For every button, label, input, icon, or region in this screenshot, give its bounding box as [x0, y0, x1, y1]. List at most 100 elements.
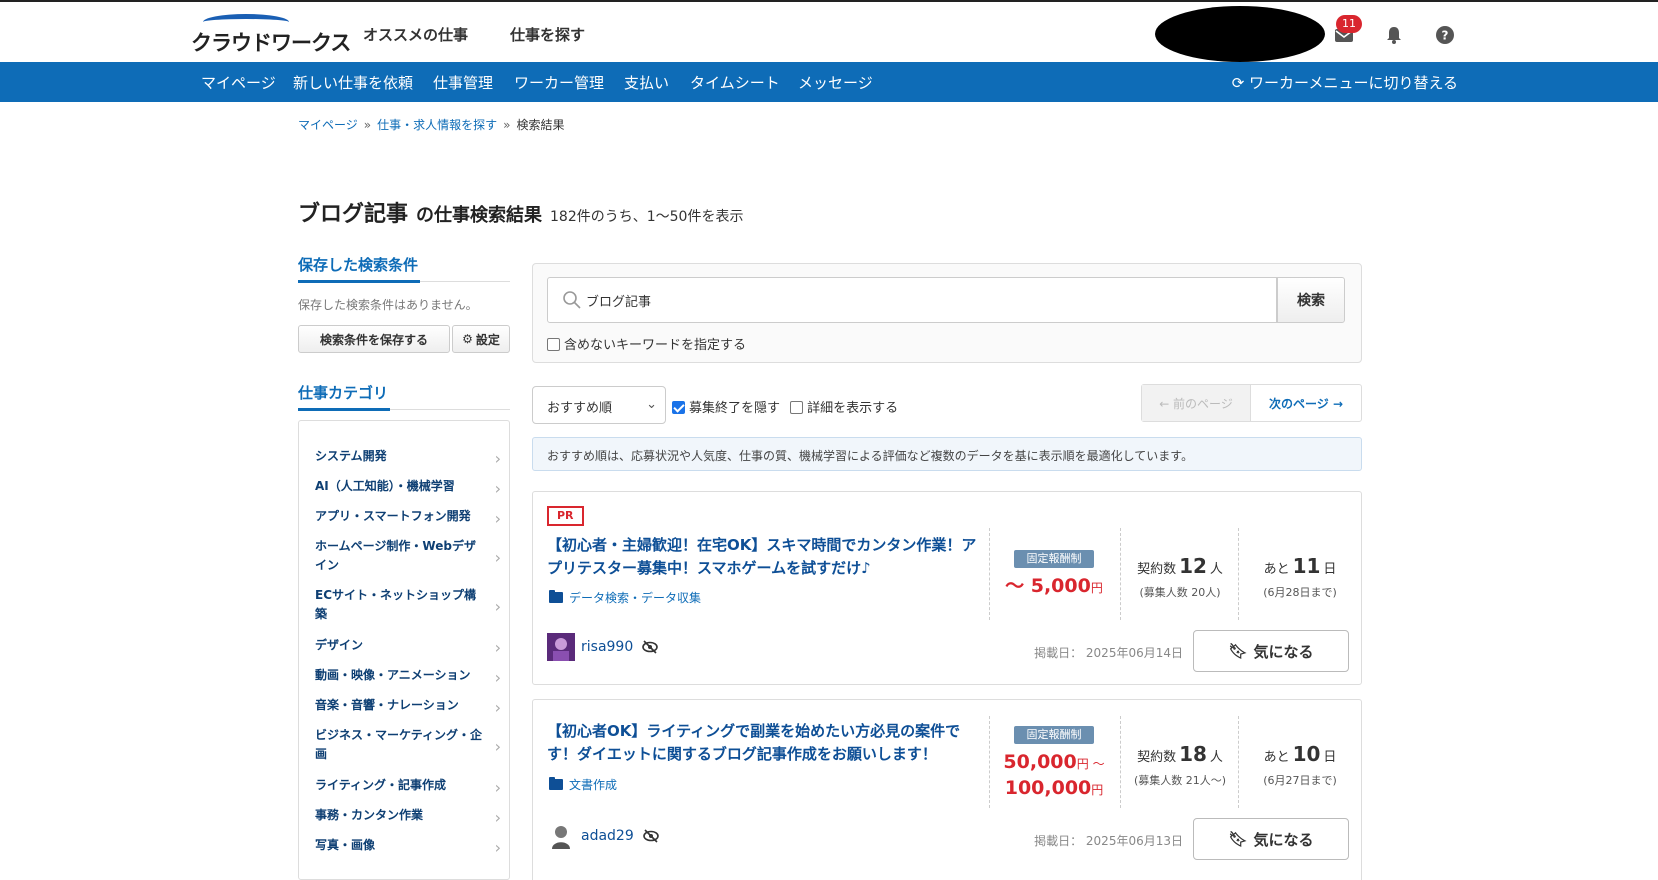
category-system-dev[interactable]: システム開発 ›: [315, 447, 505, 468]
bell-icon[interactable]: [1383, 24, 1405, 46]
category-heading: 仕事カテゴリ: [298, 382, 510, 411]
saved-search-empty: 保存した検索条件はありません。: [298, 298, 478, 312]
nav-recommended-jobs[interactable]: オススメの仕事: [363, 24, 468, 45]
nav-mypage[interactable]: マイページ: [201, 72, 276, 93]
chevron-down-icon: ⌄: [646, 397, 657, 412]
nav-worker-management[interactable]: ワーカー管理: [514, 72, 604, 93]
top-header: クラウドワークス オススメの仕事 仕事を探す 11 ?: [0, 0, 1658, 62]
chevron-right-icon: ›: [494, 478, 501, 498]
saved-search-heading: 保存した検索条件: [298, 254, 510, 283]
favorite-button[interactable]: 🔖︎ 気になる: [1193, 630, 1349, 672]
sort-select[interactable]: おすすめ順 ⌄: [532, 386, 666, 424]
prev-page-button[interactable]: ← 前のページ: [1142, 385, 1252, 421]
job-card: 【初心者OK】ライティングで副業を始めたい方必見の案件です！ダイエットに関するブ…: [532, 699, 1362, 880]
breadcrumb: マイページ» 仕事・求人情報を探す» 検索結果: [298, 118, 565, 132]
help-icon[interactable]: ?: [1434, 24, 1456, 46]
chevron-right-icon: ›: [494, 837, 501, 857]
sort-value: おすすめ順: [547, 401, 613, 416]
hide-closed-checkbox[interactable]: [672, 401, 685, 414]
eye-slash-icon: [642, 829, 659, 843]
posted-date: 掲載日： 2025年06月14日: [1034, 646, 1183, 660]
pr-badge: PR: [547, 506, 584, 526]
client-user[interactable]: adad29: [547, 822, 660, 850]
exclude-keyword-label: 含めないキーワードを指定する: [564, 338, 747, 353]
user-avatar: [547, 822, 575, 850]
category-business[interactable]: ビジネス・マーケティング・企画 ›: [315, 726, 505, 764]
svg-text:?: ?: [1442, 29, 1449, 43]
category-ec-site[interactable]: ECサイト・ネットショップ構築 ›: [315, 586, 505, 624]
breadcrumb-find-jobs[interactable]: 仕事・求人情報を探す: [377, 118, 497, 132]
user-avatar: [547, 633, 575, 661]
chevron-right-icon: ›: [494, 637, 501, 657]
chevron-right-icon: ›: [494, 597, 501, 616]
nav-job-management[interactable]: 仕事管理: [433, 72, 493, 93]
nav-find-jobs[interactable]: 仕事を探す: [510, 24, 585, 45]
switch-to-worker-menu[interactable]: ⟳ ワーカーメニューに切り替える: [1232, 72, 1458, 93]
nav-timesheet[interactable]: タイムシート: [690, 72, 780, 93]
category-photo[interactable]: 写真・画像 ›: [315, 836, 505, 857]
search-settings-button[interactable]: ⚙ 設定: [452, 325, 510, 353]
client-user[interactable]: risa990: [547, 633, 659, 661]
chevron-right-icon: ›: [494, 737, 501, 756]
next-page-button[interactable]: 次のページ →: [1251, 385, 1361, 421]
category-web-design[interactable]: ホームページ制作・Webデザイン ›: [315, 537, 505, 575]
category-music[interactable]: 音楽・音響・ナレーション ›: [315, 696, 505, 717]
category-writing[interactable]: ライティング・記事作成 ›: [315, 776, 505, 797]
search-input[interactable]: [586, 278, 1266, 322]
exclude-keyword-option[interactable]: 含めないキーワードを指定する: [547, 334, 746, 353]
chevron-right-icon: ›: [494, 448, 501, 468]
category-section: 仕事カテゴリ: [298, 382, 510, 411]
save-search-button[interactable]: 検索条件を保存する: [298, 325, 450, 353]
pay-type-tag: 固定報酬制: [1014, 550, 1094, 568]
nav-payments[interactable]: 支払い: [624, 72, 669, 93]
pagination: ← 前のページ 次のページ →: [1141, 384, 1362, 422]
job-category-link[interactable]: 文書作成: [549, 776, 617, 793]
category-ai[interactable]: AI（人工知能）・機械学習 ›: [315, 477, 505, 498]
bookmark-icon: 🔖︎: [1228, 830, 1248, 848]
bookmark-icon: 🔖︎: [1228, 642, 1248, 660]
category-design[interactable]: デザイン ›: [315, 636, 505, 657]
user-menu-redacted[interactable]: [1155, 6, 1325, 62]
chevron-right-icon: ›: [494, 508, 501, 528]
nav-messages[interactable]: メッセージ: [798, 72, 873, 93]
sort-notice: おすすめ順は、応募状況や人気度、仕事の質、機械学習による評価など複数のデータを基…: [532, 437, 1362, 471]
search-keyword-title: ブログ記事: [298, 202, 409, 227]
nav-new-job-request[interactable]: 新しい仕事を依頼: [293, 72, 413, 93]
gear-icon: ⚙: [462, 332, 473, 346]
job-price: 50,000円 ～ 100,000円: [1003, 751, 1105, 799]
breadcrumb-mypage[interactable]: マイページ: [298, 118, 358, 132]
chevron-right-icon: ›: [494, 667, 501, 687]
chevron-right-icon: ›: [494, 777, 501, 797]
folder-icon: [549, 590, 563, 603]
saved-search-section: 保存した検索条件 保存した検索条件はありません。 検索条件を保存する ⚙ 設定: [298, 254, 510, 353]
category-video[interactable]: 動画・映像・アニメーション ›: [315, 666, 505, 687]
refresh-icon: ⟳: [1231, 74, 1245, 92]
chevron-right-icon: ›: [494, 807, 501, 827]
search-button[interactable]: 検索: [1277, 277, 1345, 323]
client-nav-bar: マイページ 新しい仕事を依頼 仕事管理 ワーカー管理 支払い タイムシート メッ…: [0, 62, 1658, 102]
days-remaining: あと 11 日 (6月28日まで): [1263, 554, 1337, 599]
crowdworks-logo[interactable]: クラウドワークス: [191, 14, 351, 55]
contract-count: 契約数 12 人 (募集人数 20人): [1137, 554, 1223, 599]
page-title: ブログ記事 の仕事検索結果 182件のうち、1〜50件を表示: [298, 196, 743, 228]
category-app-dev[interactable]: アプリ・スマートフォン開発 ›: [315, 507, 505, 528]
job-title-link[interactable]: 【初心者OK】ライティングで副業を始めたい方必見の案件です！ダイエットに関するブ…: [547, 720, 977, 766]
posted-date: 掲載日： 2025年06月13日: [1034, 834, 1183, 848]
show-details-option[interactable]: 詳細を表示する: [790, 401, 898, 416]
chevron-right-icon: ›: [494, 548, 501, 567]
job-title-link[interactable]: 【初心者・主婦歓迎！在宅OK】スキマ時間でカンタン作業！アプリテスター募集中！ス…: [547, 534, 977, 580]
favorite-button[interactable]: 🔖︎ 気になる: [1193, 818, 1349, 860]
logo-text: クラウドワークス: [191, 31, 351, 55]
hide-closed-option[interactable]: 募集終了を隠す: [672, 401, 780, 416]
result-count: 182件のうち、1〜50件を表示: [550, 209, 744, 225]
eye-slash-icon: [642, 640, 659, 654]
category-office-work[interactable]: 事務・カンタン作業 ›: [315, 806, 505, 827]
category-list: システム開発 › AI（人工知能）・機械学習 › アプリ・スマートフォン開発 › ホー…: [298, 420, 510, 880]
job-category-link[interactable]: データ検索・データ収集: [549, 589, 701, 606]
show-details-checkbox[interactable]: [790, 401, 804, 414]
switch-label: ワーカーメニューに切り替える: [1249, 74, 1458, 92]
days-remaining: あと 10 日 (6月27日まで): [1263, 742, 1337, 787]
search-icon: [563, 291, 581, 309]
folder-icon: [549, 777, 563, 790]
exclude-keyword-checkbox[interactable]: [547, 338, 560, 351]
